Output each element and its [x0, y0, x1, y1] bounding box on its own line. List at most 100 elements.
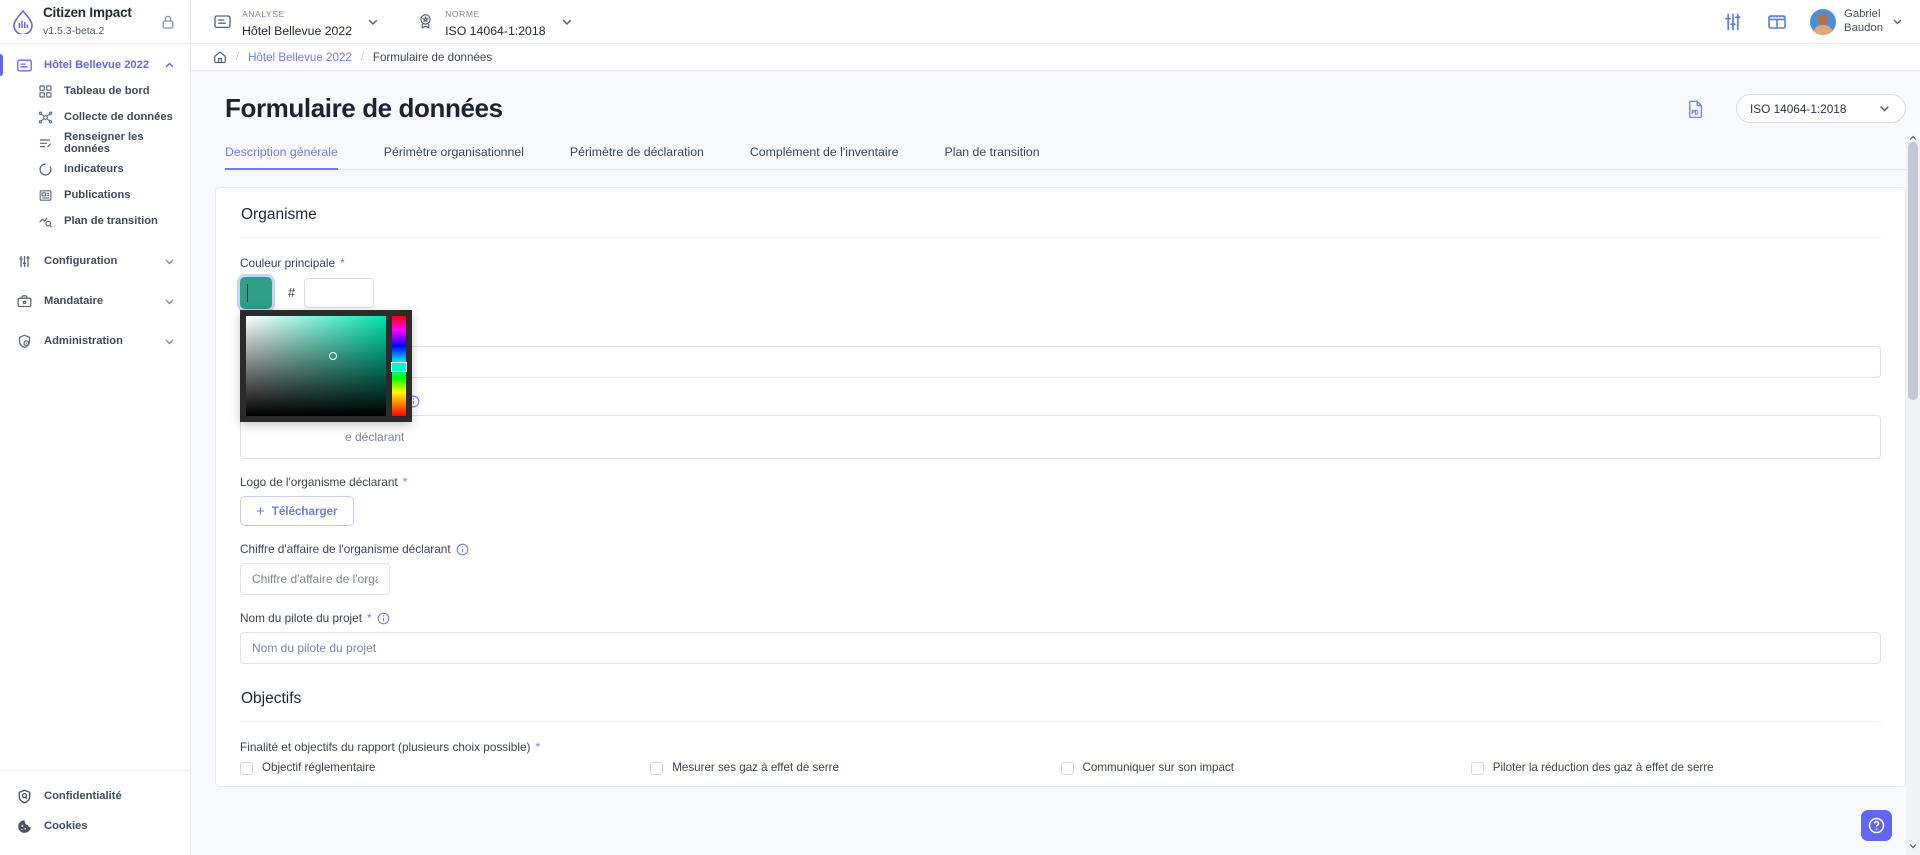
field-label-finalite: Finalité et objectifs du rapport (plusie… [240, 740, 1881, 754]
main-area: ANALYSE Hôtel Bellevue 2022 NORME ISO 14… [191, 0, 1920, 855]
adresse-declarant-input[interactable] [240, 415, 1881, 459]
sidebar-item-renseigner-les-donnees[interactable]: Renseigner les données [0, 130, 190, 156]
color-hex-input[interactable] [303, 278, 374, 308]
checkbox-piloter-reduction[interactable]: Piloter la réduction des gaz à effet de … [1470, 761, 1881, 775]
topbar: ANALYSE Hôtel Bellevue 2022 NORME ISO 14… [191, 0, 1920, 44]
tab-label: Description générale [225, 145, 338, 159]
user-menu[interactable]: Gabriel Baudon [1810, 8, 1906, 35]
chevron-down-icon [163, 295, 176, 308]
sidebar-item-cookies[interactable]: Cookies [0, 811, 190, 841]
norme-text: NORME ISO 14064-1:2018 [445, 4, 546, 40]
sidebar-item-publications-label: Publications [64, 189, 131, 201]
analyse-selector[interactable]: ANALYSE Hôtel Bellevue 2022 [191, 0, 394, 44]
sidebar-item-collecte-de-donnees[interactable]: Collecte de données [0, 104, 190, 130]
saturation-value-area[interactable] [246, 316, 386, 416]
sidebar-item-indicateurs[interactable]: Indicateurs [0, 156, 190, 182]
breadcrumb: / Hôtel Bellevue 2022 / Formulaire de do… [191, 44, 1920, 71]
checkbox-box[interactable] [240, 762, 253, 775]
hue-slider-thumb[interactable] [391, 362, 407, 372]
sidebar-item-tableau-de-bord-label: Tableau de bord [64, 85, 150, 97]
lock-icon[interactable] [160, 14, 176, 30]
sidebar: Citizen Impact v1.5.3-beta.2 Hôtel Belle… [0, 0, 191, 855]
tab-perimetre-organisationnel[interactable]: Périmètre organisationnel [384, 145, 524, 169]
sidebar-group-configuration[interactable]: Configuration [0, 248, 190, 274]
field-label-pilote: Nom du pilote du projet * [240, 611, 1881, 625]
required-marker: * [366, 611, 372, 625]
checkbox-communiquer-impact[interactable]: Communiquer sur son impact [1060, 761, 1471, 775]
field-logo-declarant: Logo de l'organisme déclarant * + Téléch… [216, 475, 1905, 526]
sidebar-item-confidentialite[interactable]: Confidentialité [0, 781, 190, 811]
upload-logo-button[interactable]: + Télécharger [240, 496, 354, 526]
checkbox-mesurer-ges[interactable]: Mesurer ses gaz à effet de serre [650, 761, 1060, 775]
breadcrumb-link-project[interactable]: Hôtel Bellevue 2022 [248, 51, 352, 64]
saturation-handle[interactable] [328, 352, 337, 360]
chevron-down-icon [560, 15, 574, 29]
field-couleur-principale: Couleur principale * # [216, 256, 1905, 422]
vertical-scrollbar[interactable] [1906, 135, 1920, 855]
home-icon[interactable] [213, 50, 227, 64]
chiffre-affaire-input[interactable] [240, 563, 390, 595]
hue-slider[interactable] [391, 316, 407, 416]
analyse-text: ANALYSE Hôtel Bellevue 2022 [242, 4, 352, 40]
shield-user-icon [16, 333, 33, 350]
tab-complement-de-l-inventaire[interactable]: Complément de l'inventaire [750, 145, 899, 169]
checkbox-objectif-reglementaire[interactable]: Objectif réglementaire [240, 761, 650, 775]
section-divider [240, 721, 1881, 722]
field-label-text: Nom du pilote du projet [240, 611, 362, 625]
checkbox-box[interactable] [1470, 762, 1484, 775]
sidebar-group-configuration-label: Configuration [44, 255, 118, 267]
checkbox-box[interactable] [1060, 762, 1074, 775]
section-divider [240, 237, 1881, 238]
color-swatch-button[interactable] [240, 277, 272, 309]
tab-perimetre-de-declaration[interactable]: Périmètre de déclaration [570, 145, 704, 169]
pdf-file-icon[interactable] [1686, 99, 1706, 119]
folder-icon [213, 12, 232, 31]
breadcrumb-separator: / [236, 51, 240, 63]
norm-select[interactable]: ISO 14064-1:2018 [1736, 94, 1906, 123]
sidebar-group-administration[interactable]: Administration [0, 328, 190, 354]
sidebar-item-project[interactable]: Hôtel Bellevue 2022 [0, 52, 190, 78]
tab-description-generale[interactable]: Description générale [225, 145, 338, 170]
folder-icon [16, 57, 33, 74]
form-edit-icon [38, 136, 53, 151]
info-icon[interactable] [377, 612, 390, 625]
shield-icon [16, 788, 33, 805]
sidebar-item-tableau-de-bord[interactable]: Tableau de bord [0, 78, 190, 104]
norme-label: NORME [445, 8, 480, 19]
info-icon[interactable] [456, 543, 469, 556]
analyse-value: Hôtel Bellevue 2022 [242, 23, 353, 38]
cookie-icon [16, 818, 33, 835]
sidebar-item-plan-de-transition[interactable]: Plan de transition [0, 208, 190, 234]
chevron-down-icon [366, 15, 380, 29]
sidebar-item-publications[interactable]: Publications [0, 182, 190, 208]
sidebar-item-collecte-de-donnees-label: Collecte de données [64, 111, 173, 123]
field-label-couleur: Couleur principale * [240, 256, 1881, 270]
sidebar-group-administration-label: Administration [44, 335, 123, 347]
scrollbar-thumb[interactable] [1908, 142, 1918, 400]
nom-declarant-input[interactable] [240, 346, 1881, 378]
tab-plan-de-transition[interactable]: Plan de transition [945, 145, 1040, 169]
breadcrumb-separator: / [360, 51, 364, 63]
required-marker: * [340, 256, 345, 270]
field-adresse-organisme-declarant: déclarant * [216, 394, 1905, 459]
app-version: v1.5.3-beta.2 [43, 24, 105, 37]
finalite-checkbox-group: Objectif réglementaire Mesurer ses gaz à… [216, 761, 1905, 775]
norme-selector[interactable]: NORME ISO 14064-1:2018 [394, 0, 588, 44]
field-gap [216, 595, 1905, 611]
sidebar-group-mandataire-label: Mandataire [44, 295, 104, 307]
color-picker-popover[interactable] [240, 310, 412, 422]
sidebar-item-indicateurs-label: Indicateurs [64, 163, 124, 175]
help-circle-icon [1867, 816, 1886, 835]
layout-icon[interactable] [1766, 11, 1788, 33]
chevron-down-icon[interactable] [1906, 839, 1920, 853]
required-marker: * [402, 475, 408, 489]
checkbox-box[interactable] [650, 762, 664, 775]
sidebar-group-mandataire[interactable]: Mandataire [0, 288, 190, 314]
field-label-chiffre-affaire: Chiffre d'affaire de l'organisme déclara… [240, 542, 1881, 556]
sidebar-nav: Hôtel Bellevue 2022 Tableau de bord Coll… [0, 44, 190, 770]
form-card: Organisme Couleur principale * # rant e … [215, 187, 1906, 787]
field-gap [216, 459, 1905, 475]
nom-pilote-input[interactable] [240, 632, 1881, 664]
sliders-icon[interactable] [1722, 11, 1744, 33]
help-button[interactable] [1861, 810, 1892, 841]
